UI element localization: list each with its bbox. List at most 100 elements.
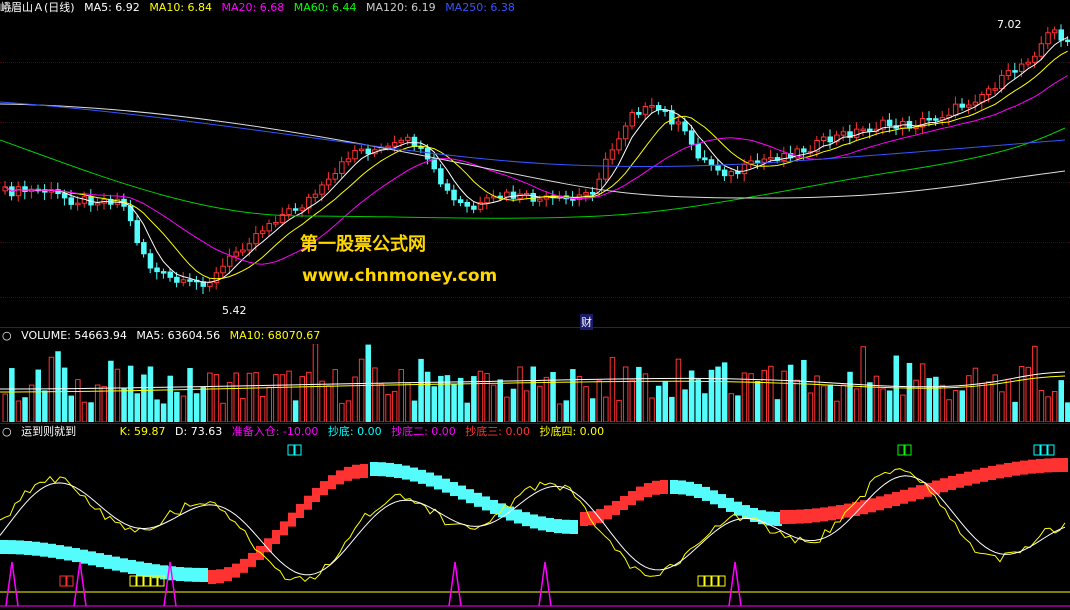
indicator-ribbon-step: [184, 567, 192, 582]
indicator-ribbon-step: [884, 494, 892, 509]
volume-bar: [570, 369, 576, 422]
volume-bar: [134, 393, 140, 422]
volume-bar: [292, 400, 299, 422]
candle-body: [246, 243, 253, 251]
candle-body: [820, 136, 827, 142]
candle-body: [174, 276, 180, 283]
volume-bar: [682, 389, 688, 422]
candle-body: [226, 255, 233, 267]
indicator-ribbon-step: [64, 546, 72, 561]
candle-body: [768, 157, 774, 160]
signal-box-marker: [287, 444, 295, 456]
indicator-ribbon-step: [964, 471, 972, 486]
indicator-title[interactable]: 运到则就到: [21, 425, 76, 438]
candle-body: [391, 142, 398, 147]
indicator-ribbon-step: [652, 480, 660, 495]
indicator-ribbon-step: [828, 506, 836, 521]
volume-bar: [332, 369, 338, 422]
volume-bar: [1032, 345, 1038, 422]
indicator-ribbon-step: [916, 485, 924, 500]
volume-bar: [966, 375, 972, 422]
indicator-ribbon-step: [780, 510, 788, 524]
indicator-ribbon-step: [312, 488, 320, 503]
volume-panel-header: ○ VOLUME: 54663.94 MA5: 63604.56 MA10: 6…: [0, 328, 326, 344]
indicator-ribbon-step: [418, 469, 426, 484]
indicator-ribbon-step: [1052, 458, 1060, 473]
volume-bar: [154, 399, 160, 422]
candle-body: [801, 148, 807, 153]
indicator-ribbon-step: [360, 464, 368, 478]
volume-bar: [94, 384, 101, 422]
indicator-ribbon-step: [426, 472, 434, 487]
indicator-ribbon-step: [718, 494, 726, 509]
volume-bar-chart[interactable]: [0, 344, 1070, 422]
indicator-ribbon-step: [72, 548, 80, 563]
volume-bar: [81, 401, 88, 422]
volume-bar: [893, 355, 899, 422]
volume-bar: [55, 351, 61, 422]
volume-bar: [655, 385, 662, 422]
volume-bar: [708, 369, 715, 422]
volume-bar: [405, 382, 411, 422]
candle-body: [1058, 29, 1064, 41]
price-candlestick-chart[interactable]: [0, 16, 1070, 326]
candle-body: [1038, 43, 1045, 57]
candle-body: [629, 112, 635, 127]
volume-bar: [213, 374, 220, 422]
volume-ma10-label: MA10: 68070.67: [229, 329, 321, 342]
volume-bar: [583, 386, 589, 422]
indicator-ribbon-step: [96, 553, 104, 568]
indicator-ribbon-step: [546, 517, 554, 532]
low-price-marker: 5.42: [222, 304, 247, 317]
indicator-ribbon-step: [530, 514, 538, 529]
volume-bar: [174, 391, 180, 422]
volume-bar: [886, 390, 893, 422]
volume-bar: [735, 395, 741, 422]
candle-body: [352, 150, 358, 160]
indicator-ribbon-step: [370, 462, 378, 476]
candle-body: [1032, 55, 1038, 63]
indicator-ribbon-step: [522, 512, 530, 527]
price-panel-header: 峨眉山Ａ(日线) MA5: 6.92 MA10: 6.84 MA20: 6.68…: [0, 0, 521, 16]
volume-bar: [728, 393, 734, 422]
candle-body: [622, 125, 629, 140]
indicator-ribbon-step: [32, 541, 40, 556]
indicator-ribbon-step: [386, 462, 394, 477]
volume-bar: [9, 368, 15, 422]
indicator-ribbon-step: [644, 483, 652, 498]
indicator-ribbon-step: [434, 475, 442, 490]
indicator-ribbon-step: [554, 519, 562, 534]
volume-bar: [240, 398, 246, 422]
indicator-ribbon-step: [1036, 458, 1044, 473]
candle-body: [735, 171, 741, 175]
signal-box-marker: [904, 444, 912, 456]
volume-bar: [754, 381, 761, 422]
candle-body: [1005, 70, 1012, 76]
candle-body: [616, 138, 622, 151]
indicator-ribbon-step: [908, 487, 916, 502]
volume-bar: [1051, 391, 1058, 422]
watermark-title: 第一股票公式网: [300, 234, 426, 255]
volume-bar: [398, 368, 404, 422]
volume-bar: [207, 372, 213, 422]
indicator-ribbon-step: [24, 540, 32, 555]
indicator-ribbon-step: [956, 473, 964, 488]
stock-chart-screen: 峨眉山Ａ(日线) MA5: 6.92 MA10: 6.84 MA20: 6.68…: [0, 0, 1070, 610]
indicator-ribbon-step: [892, 492, 900, 507]
indicator-ribbon-step: [8, 540, 16, 555]
volume-bar: [840, 384, 847, 422]
candle-body: [451, 189, 457, 201]
volume-bar: [702, 393, 708, 422]
buy-signal-spike: [73, 561, 87, 607]
volume-bar: [715, 366, 721, 422]
candle-body: [517, 193, 523, 199]
candle-body: [484, 197, 490, 204]
volume-bar: [959, 390, 965, 422]
signal-box-marker: [1047, 444, 1055, 456]
indicator-ribbon-step: [628, 491, 636, 506]
panel-arrow-icon[interactable]: [0, 0, 14, 14]
volume-bar: [28, 384, 35, 422]
volume-bar: [391, 390, 398, 422]
indicator-chart[interactable]: [0, 440, 1070, 610]
volume-bar: [1012, 401, 1018, 422]
